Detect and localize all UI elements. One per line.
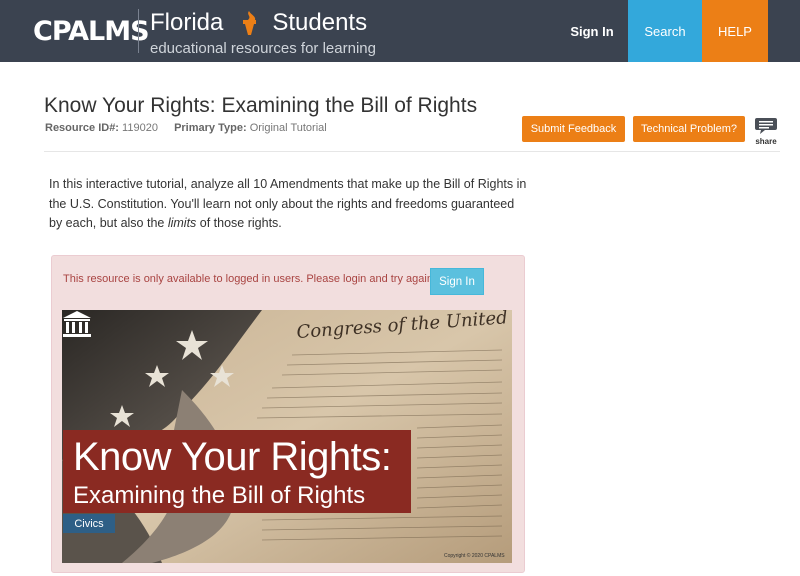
brand-tagline: educational resources for learning	[150, 40, 376, 57]
site-brand: Florida Students educational resources f…	[150, 7, 376, 57]
alert-signin-button[interactable]: Sign In	[430, 268, 484, 295]
alert-message: This resource is only available to logge…	[63, 273, 436, 285]
subject-badge: Civics	[63, 514, 115, 533]
resource-id-label: Resource ID#:	[45, 122, 119, 134]
top-navigation-bar: CPALMS Florida Students educational reso…	[0, 0, 800, 62]
page-title: Know Your Rights: Examining the Bill of …	[44, 94, 478, 117]
resource-id-value: 119020	[122, 122, 158, 134]
logo-divider	[138, 9, 139, 53]
resource-meta: Resource ID#: 119020 Primary Type: Origi…	[45, 122, 327, 134]
banner-title-box: Know Your Rights: Examining the Bill of …	[63, 430, 411, 513]
cpalms-logo[interactable]: CPALMS	[33, 14, 150, 48]
header-help-button[interactable]: HELP	[702, 0, 768, 62]
header-divider	[44, 151, 780, 152]
header-signin-link[interactable]: Sign In	[556, 0, 628, 62]
torch-icon	[236, 9, 262, 37]
banner-title-line1: Know Your Rights:	[73, 435, 392, 479]
primary-type-label: Primary Type:	[174, 122, 247, 134]
brand-audience: Students	[272, 9, 368, 36]
speech-bubble-icon	[755, 118, 777, 134]
banner-title-line2: Examining the Bill of Rights	[73, 482, 366, 509]
primary-type-value: Original Tutorial	[249, 122, 327, 134]
submit-feedback-button[interactable]: Submit Feedback	[522, 116, 625, 142]
header-search-button[interactable]: Search	[628, 0, 702, 62]
share-label: share	[755, 137, 777, 146]
courthouse-icon	[63, 311, 91, 337]
tutorial-banner-image: Congress of the United States Know Your …	[62, 310, 512, 563]
banner-copyright: Copyright © 2020 CPALMS	[444, 553, 505, 559]
resource-description: In this interactive tutorial, analyze al…	[49, 177, 527, 230]
share-button[interactable]: share	[754, 117, 778, 146]
brand-region: Florida	[150, 9, 224, 36]
technical-problem-button[interactable]: Technical Problem?	[633, 116, 745, 142]
